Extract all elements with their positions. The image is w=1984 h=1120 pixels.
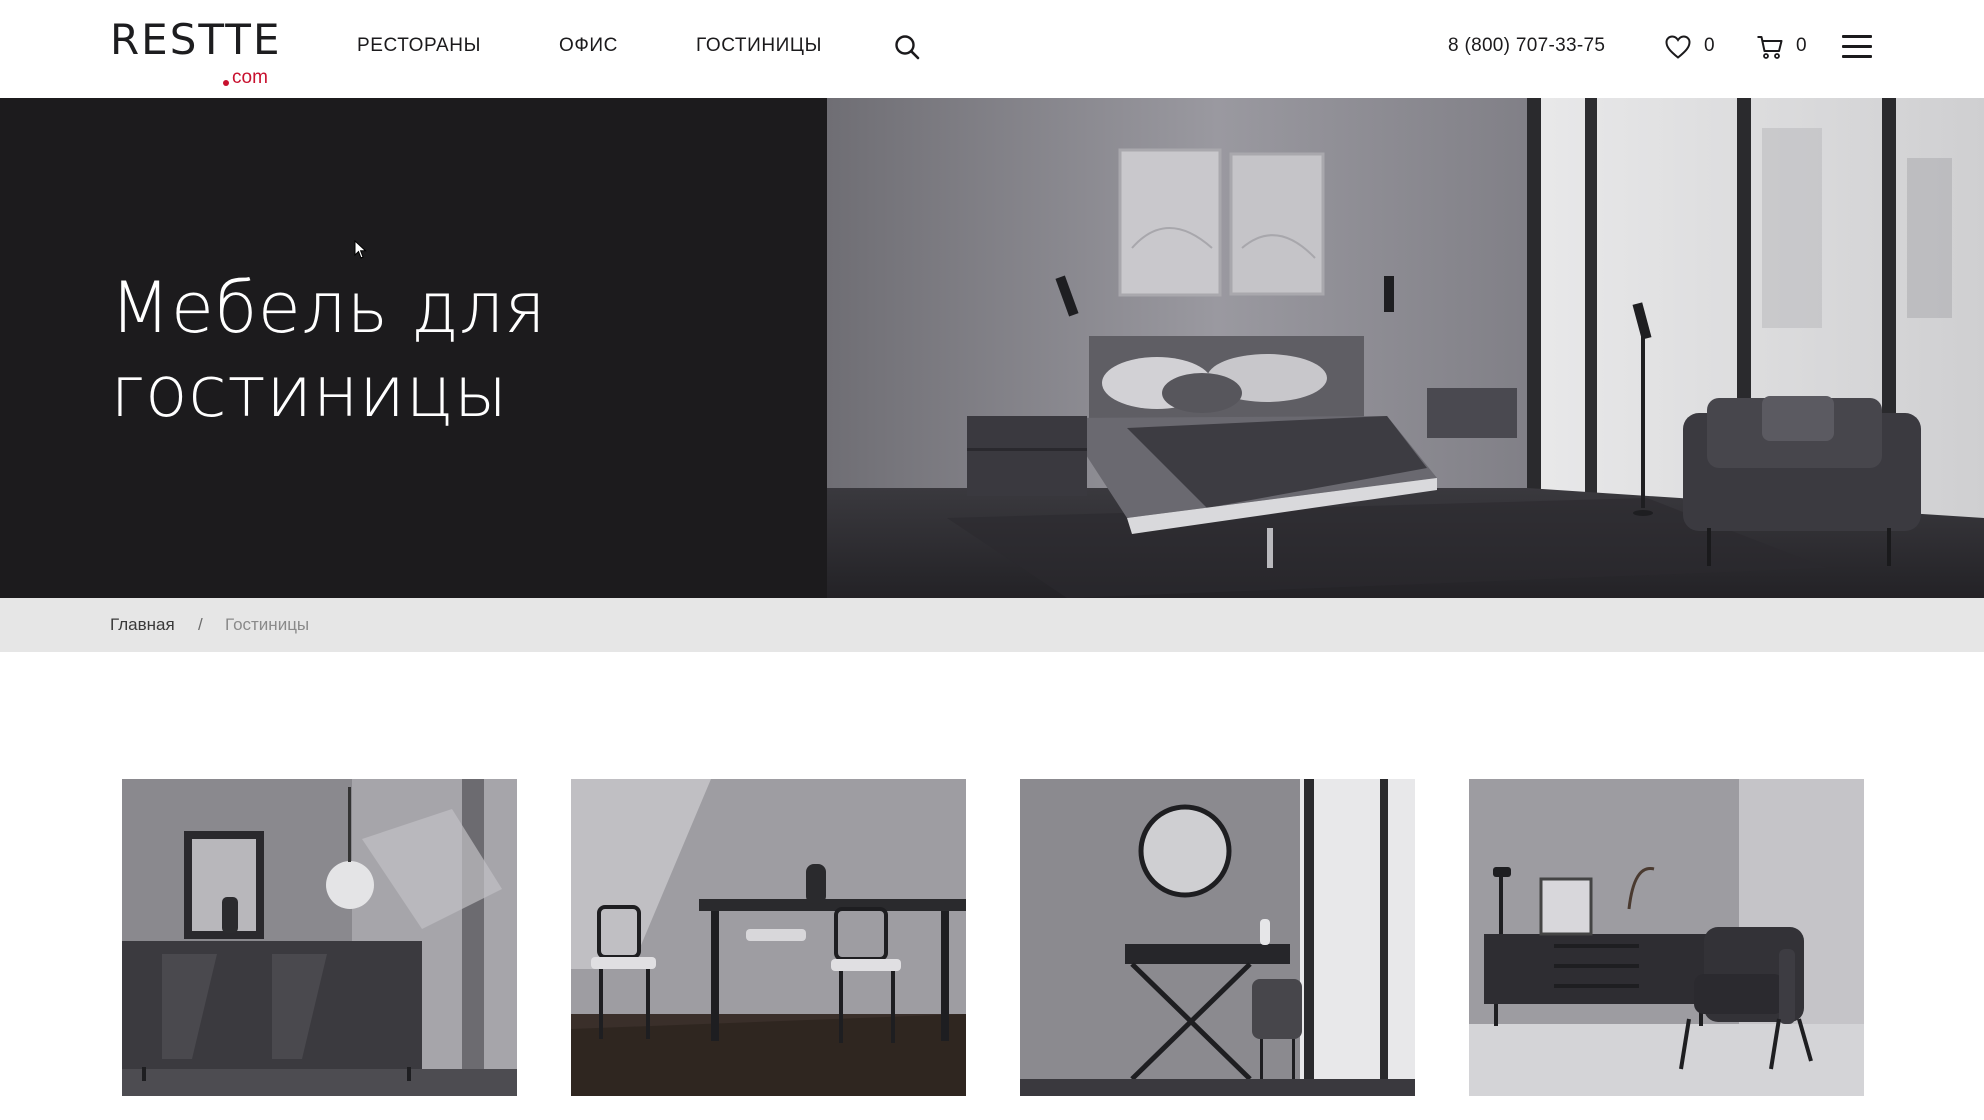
logo-link[interactable]: RESTTE com: [110, 15, 282, 88]
product-card-lounge-chair[interactable]: [1469, 779, 1864, 1096]
favorites-count: 0: [1704, 35, 1715, 56]
hero-banner: Мебель для гостиницы: [0, 98, 1984, 598]
cart-icon: [1757, 36, 1783, 59]
breadcrumb-current: Гостиницы: [225, 615, 310, 634]
mouse-cursor-icon: [354, 240, 367, 259]
logo-dot: [223, 80, 229, 86]
nav-item-hotels[interactable]: ГОСТИНИЦЫ: [696, 33, 822, 59]
hamburger-icon[interactable]: [1842, 35, 1872, 59]
logo-wordmark: RESTTE: [110, 15, 282, 64]
page-title: Мебель для гостиницы: [110, 267, 547, 433]
heart-icon: [1665, 35, 1691, 59]
sideboard-photo: [122, 779, 517, 1096]
lounge-chair-photo: [1469, 779, 1864, 1096]
site-header: RESTTE com РЕСТОРАНЫ ОФИС ГОСТИНИЦЫ 8 (8…: [0, 0, 1984, 98]
breadcrumb: Главная / Гостиницы: [0, 598, 1984, 652]
nav-item-office[interactable]: ОФИС: [559, 33, 618, 59]
product-card-dining-table[interactable]: [571, 779, 966, 1096]
product-card-dressing-table[interactable]: [1020, 779, 1415, 1096]
product-grid: [122, 779, 1864, 1096]
product-card-sideboard[interactable]: [122, 779, 517, 1096]
favorites-button[interactable]: 0: [1664, 32, 1724, 62]
search-icon[interactable]: [893, 33, 921, 61]
hero-image: [827, 98, 1984, 598]
breadcrumb-home-link[interactable]: Главная: [110, 614, 175, 636]
nav-item-restaurants[interactable]: РЕСТОРАНЫ: [357, 33, 481, 59]
dining-table-photo: [571, 779, 966, 1096]
hero-text-panel: Мебель для гостиницы: [0, 98, 827, 598]
phone-link[interactable]: 8 (800) 707-33-75: [1448, 33, 1605, 59]
cart-button[interactable]: 0: [1756, 32, 1816, 62]
dressing-table-photo: [1020, 779, 1415, 1096]
logo-suffix: com: [232, 67, 268, 88]
cart-count: 0: [1796, 35, 1807, 56]
breadcrumb-separator: /: [198, 615, 203, 634]
